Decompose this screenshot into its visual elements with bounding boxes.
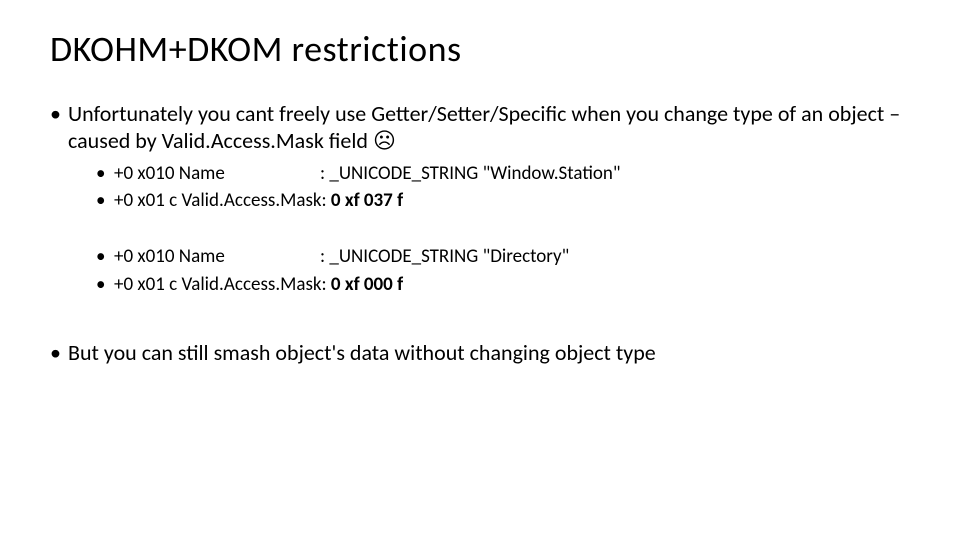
field-label: +0 x010 Name [114, 161, 320, 187]
sub-bullet-4: +0 x01 c Valid.Access.Mask: 0 xf 000 f [96, 272, 910, 298]
bullet-1-text: Unfortunately you cant freely use Getter… [68, 100, 900, 155]
field-value: _UNICODE_STRING "Directory" [329, 245, 569, 268]
field-value: _UNICODE_STRING "Window.Station" [329, 162, 620, 185]
sub-bullet-3: +0 x010 Name: _UNICODE_STRING "Directory… [96, 244, 910, 270]
sub-bullet-2: +0 x01 c Valid.Access.Mask: 0 xf 037 f [96, 188, 910, 214]
sub-list-2: +0 x010 Name: _UNICODE_STRING "Directory… [68, 244, 910, 297]
bullet-2-text: But you can still smash object's data wi… [68, 339, 656, 366]
slide: DKOHM+DKOM restrictions Unfortunately yo… [0, 0, 960, 540]
field-sep: : [322, 273, 331, 296]
field-label: +0 x01 c Valid.Access.Mask [114, 272, 322, 298]
field-label: +0 x010 Name [114, 244, 320, 270]
sub-list-1: +0 x010 Name: _UNICODE_STRING "Window.St… [68, 161, 910, 214]
bullet-list: Unfortunately you cant freely use Getter… [50, 100, 910, 367]
field-label: +0 x01 c Valid.Access.Mask [114, 188, 322, 214]
spacer [50, 305, 910, 339]
field-value: 0 xf 037 f [331, 189, 403, 212]
field-sep: : [322, 189, 331, 212]
spacer [68, 216, 910, 238]
field-value: 0 xf 000 f [331, 273, 403, 296]
frown-icon: ☹ [373, 128, 396, 153]
bullet-2: But you can still smash object's data wi… [50, 339, 910, 367]
field-sep: : [320, 162, 329, 185]
field-sep: : [320, 245, 329, 268]
sub-bullet-1: +0 x010 Name: _UNICODE_STRING "Window.St… [96, 161, 910, 187]
bullet-1: Unfortunately you cant freely use Getter… [50, 100, 910, 298]
slide-title: DKOHM+DKOM restrictions [50, 30, 910, 70]
